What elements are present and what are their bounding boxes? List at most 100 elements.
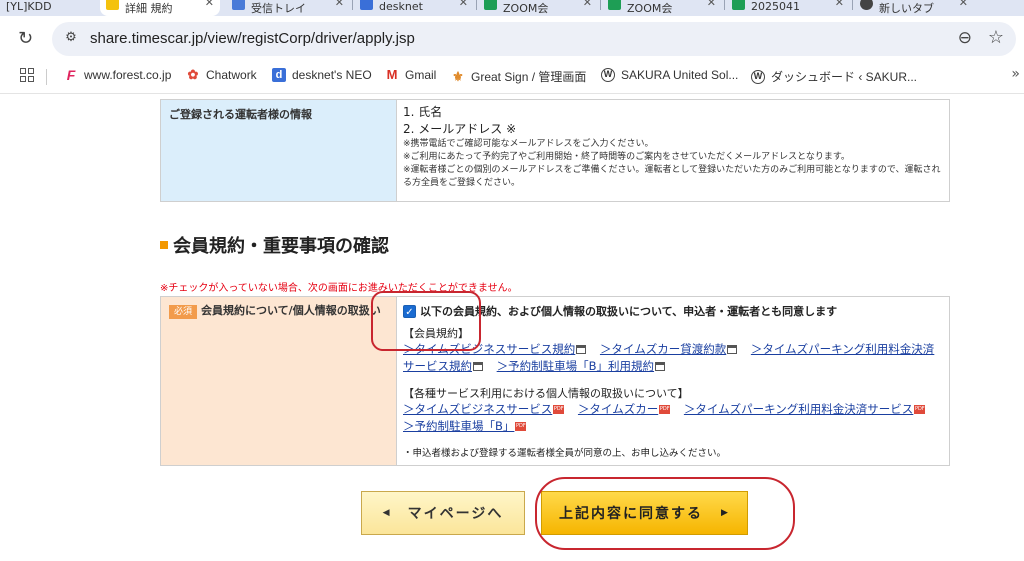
tab-1[interactable]: [YL]KDD: [0, 0, 98, 16]
driver-info-body: 1. 氏名 2. メールアドレス ※ ※携帯電話でご確認可能なメールアドレスをご…: [397, 100, 949, 201]
section-title: 会員規約・重要事項の確認: [160, 232, 389, 258]
tab-title: desknet: [379, 0, 423, 13]
more-bookmarks-icon[interactable]: »: [1011, 66, 1020, 82]
reload-icon[interactable]: ↻: [18, 28, 33, 49]
sheets-favicon-icon: [608, 0, 621, 10]
pdf-icon: PDF: [553, 405, 565, 414]
zoom-icon[interactable]: ⊖: [958, 28, 972, 48]
desknet-logo-icon: d: [272, 68, 286, 82]
apps-grid-icon[interactable]: [20, 68, 34, 82]
section-title-text: 会員規約・重要事項の確認: [173, 236, 389, 257]
checkbox-annotation-circle: [371, 291, 481, 351]
gmail-logo-icon: M: [386, 67, 398, 82]
bookmark-label: ダッシュボード ‹ SAKUR...: [771, 70, 918, 84]
pdf-icon: PDF: [659, 405, 671, 414]
section-bullet-icon: [160, 241, 168, 249]
agreement-label: 必須 会員規約について/個人情報の取扱い: [161, 297, 397, 465]
privacy-link-parking[interactable]: ＞タイムズパーキング利用料金決済サービス: [684, 402, 913, 416]
tab-7[interactable]: 2025041 ✕: [726, 0, 850, 16]
bookmark-dashboard[interactable]: W ダッシュボード ‹ SAKUR...: [751, 68, 917, 85]
driver-info-label: ご登録される運転者様の情報: [161, 100, 397, 201]
desknet-favicon-icon: [360, 0, 373, 10]
bookmark-desknet[interactable]: d desknet's NEO: [272, 68, 372, 82]
bookmark-label: desknet's NEO: [292, 68, 372, 82]
tab-8[interactable]: 新しいタブ ✕: [854, 0, 974, 16]
close-tab-icon[interactable]: ✕: [459, 0, 468, 9]
required-badge: 必須: [169, 305, 198, 319]
tab-3[interactable]: 受信トレイ ✕: [226, 0, 350, 16]
driver-info-table: ご登録される運転者様の情報 1. 氏名 2. メールアドレス ※ ※携帯電話でご…: [160, 99, 950, 202]
tab-title: 新しいタブ: [879, 2, 934, 15]
privacy-link-business[interactable]: ＞タイムズビジネスサービス: [403, 402, 552, 416]
bookmark-label: Gmail: [405, 68, 437, 82]
tab-4[interactable]: desknet ✕: [354, 0, 474, 16]
agreement-table: 必須 会員規約について/個人情報の取扱い ✓ 以下の会員規約、および個人情報の取扱…: [160, 296, 950, 466]
tab-separator: [352, 0, 353, 10]
pdf-icon: PDF: [914, 405, 926, 414]
agreement-label-text: 会員規約について/個人情報の取扱い: [201, 304, 381, 317]
close-tab-icon[interactable]: ✕: [583, 0, 592, 9]
tab-separator: [724, 0, 725, 10]
terms-links: ＞タイムズビジネスサービス規約 ＞タイムズカー貸渡約款 ＞タイムズパーキング利用…: [403, 341, 943, 375]
chatwork-logo-icon: ✿: [187, 67, 199, 82]
agreement-checkbox-row[interactable]: ✓ 以下の会員規約、および個人情報の取扱いについて、申込者・運転者とも同意します: [403, 303, 943, 319]
tab-separator: [852, 0, 853, 10]
tab-active[interactable]: 詳細 規約 ✕: [100, 0, 220, 16]
tab-6[interactable]: ZOOM会 ✕: [602, 0, 722, 16]
tab-title: 受信トレイ: [251, 2, 306, 15]
tab-separator: [600, 0, 601, 10]
privacy-heading: 【各種サービス利用における個人情報の取扱いについて】: [403, 387, 689, 400]
close-tab-icon[interactable]: ✕: [835, 0, 844, 9]
greatsign-logo-icon: ⚜: [452, 68, 464, 84]
new-window-icon: [655, 362, 666, 371]
tab-strip: [YL]KDD 詳細 規約 ✕ 受信トレイ ✕ desknet ✕ ZOOM会 …: [0, 0, 1024, 16]
driver-info-note: ※運転者様ごとの個別のメールアドレスをご準備ください。運転者として登録いただいた…: [403, 165, 941, 188]
driver-info-note: ※ご利用にあたって予約完了やご利用開始・終了時間等のご案内をさせていただくメール…: [403, 152, 850, 162]
bookmark-chatwork[interactable]: ✿ Chatwork: [186, 67, 257, 83]
close-tab-icon[interactable]: ✕: [205, 0, 214, 9]
bookmark-greatsign[interactable]: ⚜ Great Sign / 管理画面: [451, 68, 586, 85]
agreement-checkbox-label[interactable]: 以下の会員規約、および個人情報の取扱いについて、申込者・運転者とも同意します: [420, 303, 837, 319]
terms-link-reserved-parking[interactable]: ＞予約制駐車場「B」利用規約: [497, 359, 654, 373]
bookmark-label: www.forest.co.jp: [84, 68, 172, 82]
bookmark-gmail[interactable]: M Gmail: [385, 67, 437, 83]
new-window-icon: [473, 362, 483, 371]
sheets-favicon-icon: [484, 0, 497, 10]
new-window-icon: [576, 345, 587, 354]
driver-info-item-name: 1. 氏名: [403, 105, 443, 119]
tab-title: ZOOM会: [503, 2, 549, 15]
page-content: ご登録される運転者様の情報 1. 氏名 2. メールアドレス ※ ※携帯電話でご…: [0, 95, 1024, 561]
address-bar[interactable]: ⚙ share.timescar.jp/view/registCorp/driv…: [52, 22, 1016, 56]
driver-info-note: ※携帯電話でご確認可能なメールアドレスをご入力ください。: [403, 139, 654, 149]
bookmark-sakura[interactable]: W SAKURA United Sol...: [601, 68, 738, 82]
mail-favicon-icon: [232, 0, 245, 10]
privacy-links: ＞タイムズビジネスサービス PDF ＞タイムズカー PDF ＞タイムズパーキング利用…: [403, 401, 943, 435]
url-text[interactable]: share.timescar.jp/view/registCorp/driver…: [90, 30, 415, 47]
close-tab-icon[interactable]: ✕: [335, 0, 344, 9]
bookmark-label: SAKURA United Sol...: [621, 68, 739, 82]
close-tab-icon[interactable]: ✕: [959, 0, 968, 9]
privacy-link-car[interactable]: ＞タイムズカー: [578, 402, 658, 416]
tab-separator: [476, 0, 477, 10]
agree-button-annotation-circle: [535, 477, 795, 550]
close-tab-icon[interactable]: ✕: [707, 0, 716, 9]
mypage-button[interactable]: ◀ マイページへ: [361, 491, 525, 535]
privacy-link-reserved-parking[interactable]: ＞予約制駐車場「B」: [403, 419, 514, 433]
forest-logo-icon: F: [66, 67, 76, 83]
tab-title: 詳細 規約: [125, 2, 173, 15]
terms-heading: 【会員規約】: [403, 327, 469, 340]
chrome-favicon-icon: [860, 0, 873, 10]
site-info-icon[interactable]: ⚙: [62, 30, 80, 48]
bookmark-star-icon[interactable]: ☆: [988, 27, 1004, 48]
terms-link-rental[interactable]: ＞タイムズカー貸渡約款: [600, 342, 726, 356]
bookmarks-bar: F www.forest.co.jp ✿ Chatwork d desknet'…: [0, 60, 1024, 94]
sheets-favicon-icon: [732, 0, 745, 10]
new-window-icon: [727, 345, 738, 354]
tab-5[interactable]: ZOOM会 ✕: [478, 0, 598, 16]
driver-info-item-email: 2. メールアドレス ※: [403, 122, 517, 136]
bookmark-label: Great Sign / 管理画面: [471, 70, 587, 84]
bookmark-forest[interactable]: F www.forest.co.jp: [64, 67, 172, 83]
agreement-footnote: ・申込者様および登録する運転者様全員が同意の上、お申し込みください。: [403, 448, 727, 459]
mypage-button-label: マイページへ: [407, 506, 504, 522]
wordpress-logo-icon: W: [601, 68, 615, 82]
